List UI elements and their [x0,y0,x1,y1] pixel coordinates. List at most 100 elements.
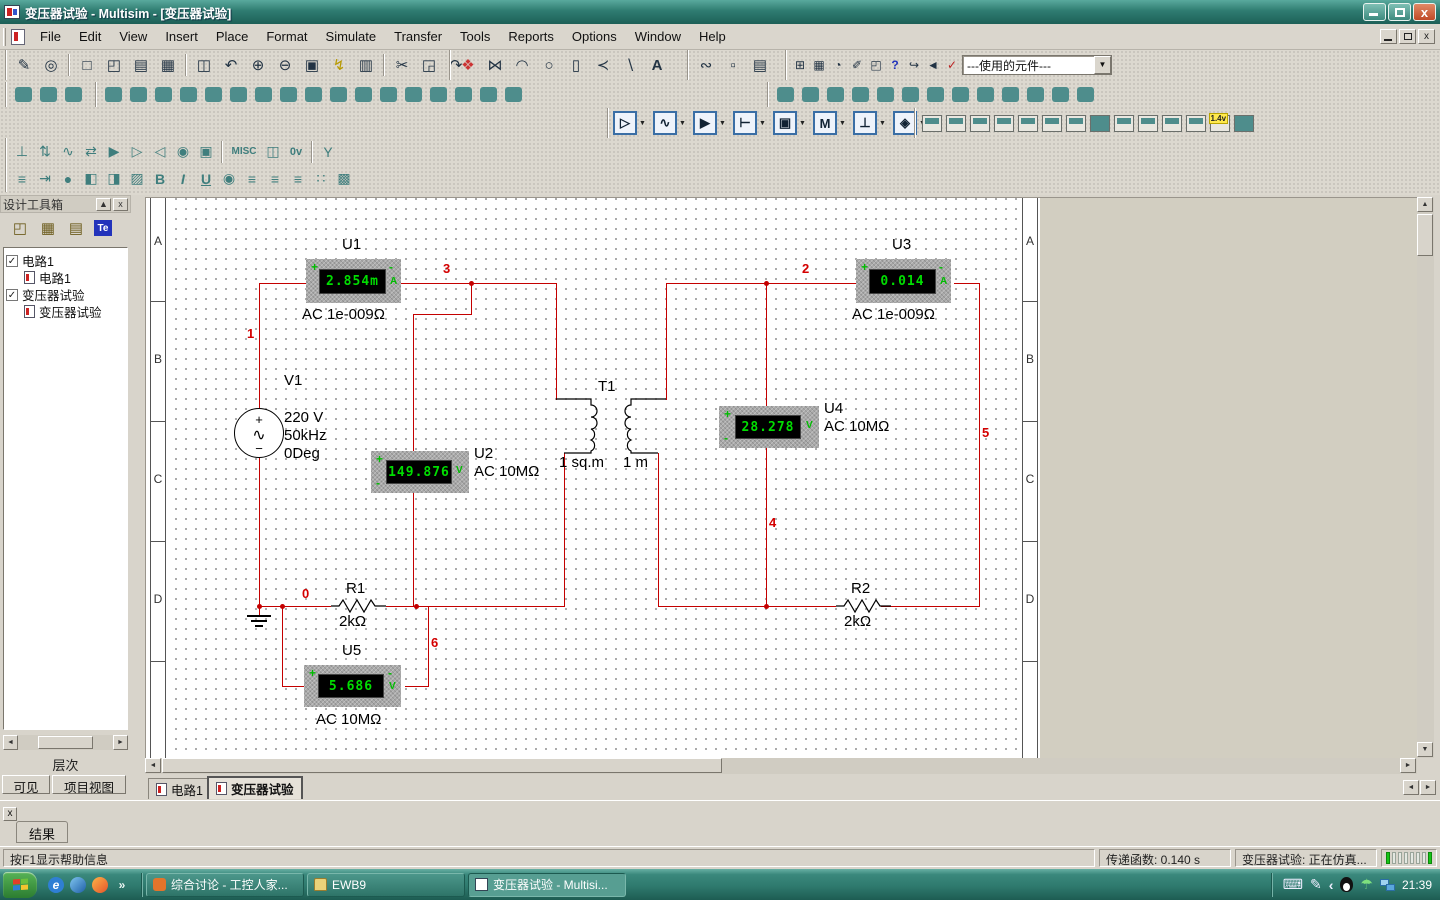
print-icon[interactable]: ▤ [128,53,154,77]
tab-scroll-left-icon[interactable]: ◄ [1403,780,1419,795]
menu-simulate[interactable]: Simulate [317,27,386,46]
tree-item-circuit1-sheet[interactable]: 电路1 [6,269,125,286]
export-icon[interactable]: ↪ [905,53,923,77]
close-button[interactable]: x [1413,3,1436,21]
document-icon[interactable] [11,29,25,45]
ellipse-icon[interactable]: ○ [536,53,562,77]
component-toolbar-button[interactable] [180,87,197,102]
component-toolbar-button[interactable] [40,87,57,102]
transformer-t1[interactable] [556,393,666,461]
wire[interactable] [259,283,306,284]
wire[interactable] [401,283,471,284]
virtual-toolbar-button[interactable] [777,87,794,102]
v1-phase-label[interactable]: 0Deg [284,445,320,462]
multimeter-u3[interactable]: + - A 0.014 [856,259,951,303]
description-icon[interactable]: ▤ [747,53,773,77]
wire[interactable] [413,314,472,315]
restore-button[interactable] [1388,3,1411,21]
meter-part-icon[interactable]: ◫ [262,140,284,164]
wire[interactable] [658,453,659,606]
align-left-icon[interactable]: ≡ [241,167,263,191]
virtual-toolbar-button[interactable] [952,87,969,102]
panel-close-icon[interactable]: x [113,198,128,211]
paste-icon[interactable]: ◫ [191,53,217,77]
component-toolbar-button[interactable] [15,87,32,102]
virtual-toolbar-button[interactable] [827,87,844,102]
schematic-canvas[interactable]: A B C D A B C D [145,197,1417,758]
checkbox-icon[interactable]: ✓ [6,255,18,267]
cmos-gate-icon[interactable]: ◁ [149,140,171,164]
menu-insert[interactable]: Insert [156,27,207,46]
diode-family-button[interactable]: ▶▼ [693,111,728,135]
zoom-out-icon[interactable]: ⊖ [272,53,298,77]
canvas-hscrollbar[interactable]: ◄ ► [145,758,1417,774]
tab-visible[interactable]: 可见 [2,775,50,794]
function-generator-button[interactable] [946,115,966,132]
component-toolbar-button[interactable] [480,87,497,102]
r2-value-label[interactable]: 2kΩ [844,613,871,630]
virtual-toolbar-button[interactable] [1077,87,1094,102]
component-toolbar-button[interactable] [65,87,82,102]
net-label-3[interactable]: 3 [443,261,450,276]
quicklaunch-expand-icon[interactable]: » [114,877,130,893]
wire[interactable] [881,606,980,607]
logic-analyzer-button[interactable] [1090,115,1110,132]
arc-icon[interactable]: ◠ [509,53,535,77]
pen-tray-icon[interactable]: ✎ [1310,876,1322,893]
toolbar-grip[interactable] [3,28,6,46]
spectrum-analyzer-button[interactable] [1186,115,1206,132]
motor-part-icon[interactable]: ◉ [172,140,194,164]
underline-icon[interactable]: U [195,167,217,191]
u1-ref-label[interactable]: U1 [342,236,361,253]
taskbar-item-ewb9[interactable]: EWB9 [307,873,465,897]
r1-value-label[interactable]: 2kΩ [339,613,366,630]
save-icon[interactable]: ▦ [155,53,181,77]
menu-tools[interactable]: Tools [451,27,499,46]
menu-transfer[interactable]: Transfer [385,27,451,46]
multimeter-u1[interactable]: + - A 2.854m [306,259,401,303]
analog-family-button[interactable]: ▷▼ [613,111,648,135]
source-family-button[interactable]: ∿▼ [653,111,688,135]
net-label-0[interactable]: 0 [302,586,309,601]
panel-pin-icon[interactable]: ▲ [96,198,111,211]
ttl-gate-icon[interactable]: ▷ [126,140,148,164]
component-toolbar-button[interactable] [205,87,222,102]
align-list-icon[interactable]: ≡ [11,167,33,191]
net-label-2[interactable]: 2 [802,261,809,276]
wire[interactable] [413,493,414,606]
bullet-icon[interactable]: ● [57,167,79,191]
select-tool-icon[interactable]: ✎ [11,53,37,77]
transistor-family-button[interactable]: ⊢▼ [733,111,768,135]
tree-item-transformer-root[interactable]: ✓ 变压器试验 [6,286,125,303]
u4-ref-label[interactable]: U4 [824,400,843,417]
multimeter-u4[interactable]: + - V 28.278 [719,406,819,448]
misc-parts-button[interactable]: MISC [227,140,261,164]
ttl-family-button[interactable]: ▣▼ [773,111,808,135]
virtual-toolbar-button[interactable] [877,87,894,102]
run-simulation-icon[interactable]: ↯ [326,53,352,77]
menu-help[interactable]: Help [690,27,735,46]
u3-mode-label[interactable]: AC 1e-009Ω [852,306,935,323]
ground-part-icon[interactable]: ⊥ [11,140,33,164]
wire[interactable] [259,283,260,409]
back-annotate-icon[interactable]: ◄ [924,53,942,77]
net-label-4[interactable]: 4 [769,515,776,530]
component-toolbar-button[interactable] [130,87,147,102]
wire[interactable] [766,283,767,406]
erc-check-icon[interactable]: ✓ [943,53,961,77]
toolbox-open-icon[interactable]: ◰ [10,216,30,240]
multimeter-u2[interactable]: + - V 149.876 [371,451,469,493]
spreadsheet-icon[interactable]: ▦ [810,53,828,77]
zoom-full-icon[interactable]: ◎ [38,53,64,77]
mdi-minimize-button[interactable] [1380,29,1397,44]
in-use-components-select[interactable]: ---使用的元件--- ▼ [962,55,1112,75]
messenger-quicklaunch-icon[interactable] [70,877,86,893]
t1-ref-label[interactable]: T1 [598,378,616,395]
image-left-icon[interactable]: ◧ [80,167,102,191]
wire[interactable] [386,606,565,607]
open-file-icon[interactable]: ◰ [101,53,127,77]
menu-window[interactable]: Window [626,27,690,46]
pattern-icon[interactable]: ▨ [126,167,148,191]
net-label-5[interactable]: 5 [982,425,989,440]
help-icon[interactable]: ? [886,53,904,77]
